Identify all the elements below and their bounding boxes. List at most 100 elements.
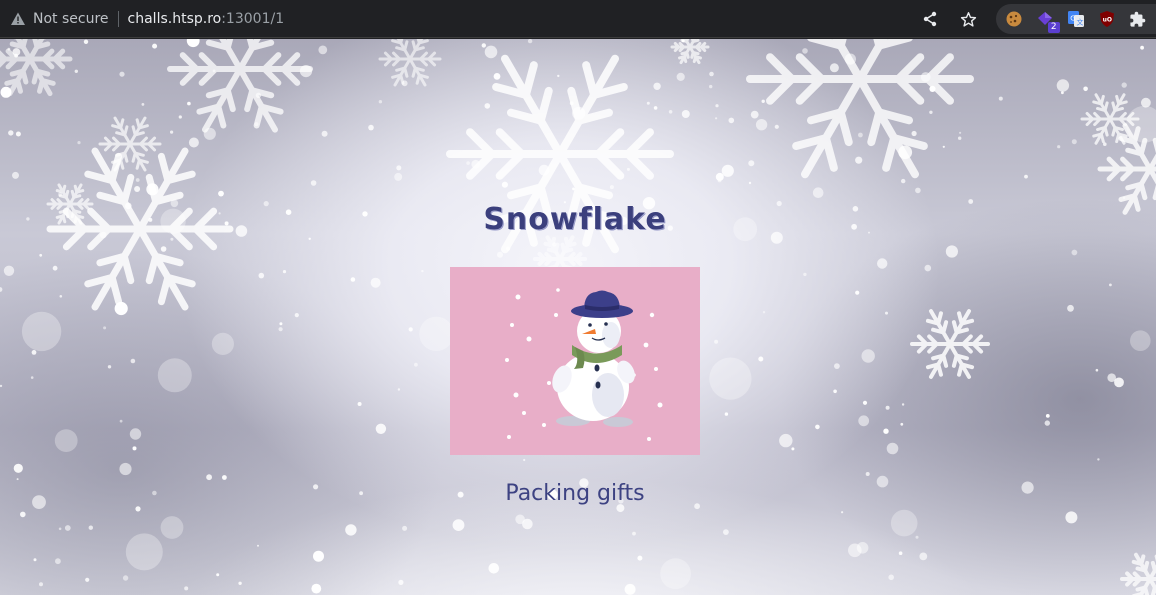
snow-bokeh (1130, 330, 1151, 352)
snow-bokeh (709, 357, 752, 400)
snow-bokeh (419, 316, 454, 351)
snow-dot (74, 69, 79, 73)
snow-dot (865, 472, 870, 476)
snow-dot (1121, 82, 1127, 88)
snow-dot (815, 424, 820, 430)
snow-dot (278, 327, 283, 332)
snow-dot (119, 71, 125, 77)
star-icon[interactable] (958, 9, 978, 29)
extensions-area: 2 G 文 uO (996, 4, 1156, 34)
snow-dot (129, 428, 142, 440)
snow-dot (527, 39, 533, 44)
snow-dot (829, 63, 839, 73)
snow-dot (803, 272, 807, 277)
snow-dot (748, 160, 755, 167)
snow-dot (858, 132, 863, 138)
snow-dot (58, 192, 63, 197)
snow-dot (681, 110, 690, 118)
snow-dot (885, 311, 888, 315)
warning-icon (10, 11, 26, 27)
snow-dot (624, 583, 636, 595)
snow-dot (77, 141, 81, 145)
snow-dot (929, 85, 936, 92)
snow-dot (13, 463, 23, 473)
snow-dot (238, 581, 242, 585)
snow-dot (421, 269, 424, 273)
snow-dot (1071, 249, 1078, 256)
address-separator (117, 10, 119, 27)
snow-dot (506, 246, 511, 251)
snow-dot (493, 73, 501, 80)
snow-dot (257, 544, 259, 547)
snowflake-shape (167, 39, 313, 133)
snow-dot (12, 171, 19, 179)
snow-dot (833, 389, 837, 394)
snow-dot (515, 514, 525, 525)
purple-extension-icon[interactable]: 2 (1035, 8, 1060, 33)
share-icon[interactable] (920, 9, 940, 29)
snow-dot (255, 92, 262, 98)
puzzle-extensions-icon[interactable] (1127, 8, 1148, 30)
translate-extension-icon[interactable]: G 文 (1066, 8, 1087, 30)
snow-dot (488, 563, 500, 574)
security-indicator[interactable]: Not secure (10, 7, 109, 31)
snow-dot (802, 48, 808, 54)
snow-dot (88, 525, 94, 530)
snow-dot (452, 519, 465, 531)
snow-dot (7, 47, 11, 51)
address-bar[interactable]: challs.htsp.ro:13001/1 (128, 11, 285, 27)
snow-bokeh (160, 516, 184, 539)
snow-dot (1071, 139, 1077, 145)
snow-dot (929, 110, 933, 115)
snow-bokeh (660, 558, 691, 590)
snow-dot (481, 43, 486, 48)
snow-dot (855, 156, 863, 164)
snow-dot (466, 161, 470, 165)
snow-dot (755, 119, 768, 131)
snow-dot (1103, 142, 1107, 146)
snow-dot (321, 130, 328, 137)
snow-dot (52, 265, 58, 271)
snow-dot (632, 531, 636, 536)
cookie-extension-icon[interactable] (1004, 8, 1025, 30)
page-background: Snowflake Packing gifts (0, 39, 1156, 595)
snow-dot (919, 552, 928, 561)
snowman-illustration (505, 288, 663, 441)
snow-dot (653, 82, 661, 90)
security-label: Not secure (33, 10, 109, 27)
snow-dot (1114, 377, 1124, 388)
snowflake-shape (0, 39, 73, 97)
svg-text:G: G (1070, 15, 1075, 23)
snow-dot (394, 172, 403, 181)
snow-dot (900, 422, 904, 426)
snow-dot (178, 115, 182, 119)
snow-dot (998, 96, 1003, 101)
snow-dot (0, 384, 3, 388)
snow-dot (497, 251, 503, 258)
image-caption: Packing gifts (505, 481, 645, 506)
snow-dot (134, 186, 141, 192)
snow-dot (152, 43, 158, 49)
snow-dot (212, 69, 216, 73)
snow-dot (750, 110, 759, 119)
snow-dot (924, 264, 932, 272)
snow-bokeh (211, 332, 234, 355)
snow-dot (83, 39, 89, 44)
snow-dot (130, 358, 136, 364)
snow-dot (345, 524, 357, 536)
snow-dot (1045, 414, 1050, 418)
svg-text:uO: uO (1102, 17, 1111, 24)
snow-dot (723, 529, 729, 535)
snow-dot (216, 573, 220, 577)
snow-dot (1095, 368, 1099, 372)
snow-dot (311, 583, 322, 594)
snow-dot (119, 462, 132, 476)
snow-dot (569, 101, 574, 106)
snow-dot (920, 72, 931, 82)
ublock-extension-icon[interactable]: uO (1096, 8, 1117, 30)
snow-dot (762, 311, 766, 314)
snow-dot (119, 419, 123, 423)
snow-dot (1057, 145, 1061, 149)
snow-dot (1067, 304, 1074, 312)
snow-dot (135, 506, 141, 512)
